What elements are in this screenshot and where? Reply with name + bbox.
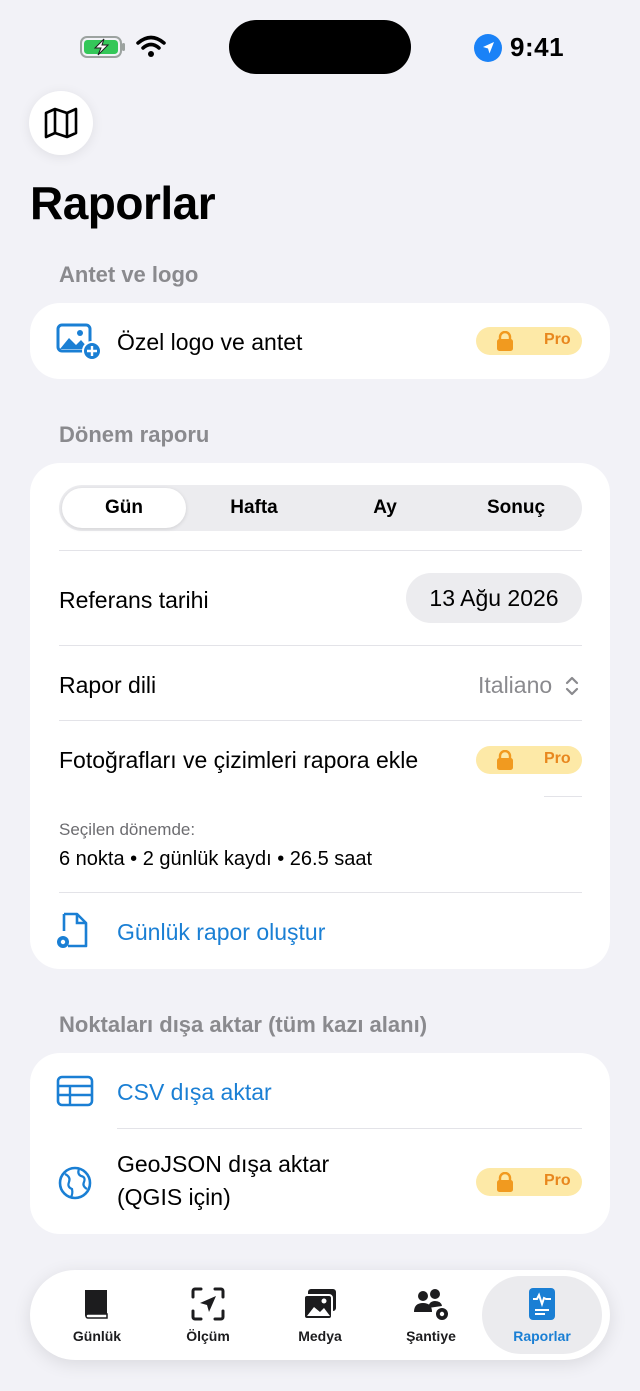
photo-add-icon xyxy=(56,323,102,361)
csv-export-label: CSV dışa aktar xyxy=(117,1079,272,1105)
report-language-value: Italiano xyxy=(478,672,553,698)
period-report-card: Gün Hafta Ay Sonuç Referans tarihi 13 Ağ… xyxy=(30,463,610,969)
tab-label: Şantiye xyxy=(406,1328,456,1344)
map-button[interactable] xyxy=(29,91,93,155)
lock-icon xyxy=(497,331,513,351)
tab-label: Günlük xyxy=(72,1328,122,1344)
generate-daily-report-button[interactable]: Günlük rapor oluştur xyxy=(30,893,610,969)
divider xyxy=(544,796,582,797)
lock-icon xyxy=(497,750,513,770)
battery-icon xyxy=(80,36,125,58)
reference-date-label: Referans tarihi xyxy=(59,587,209,613)
reference-date-picker[interactable]: 13 Ağu 2026 xyxy=(406,573,582,623)
segment-week[interactable]: Hafta xyxy=(190,497,318,519)
pro-badge-label: Pro xyxy=(544,331,571,348)
tab-label: Raporlar xyxy=(513,1328,571,1344)
geojson-export-row[interactable]: GeoJSON dışa aktar (QGIS için) Pro xyxy=(30,1129,610,1234)
csv-export-button[interactable]: CSV dışa aktar xyxy=(30,1053,610,1129)
lock-icon xyxy=(497,1172,513,1192)
location-scan-icon xyxy=(191,1287,225,1321)
section-header-export: Noktaları dışa aktar (tüm kazı alanı) xyxy=(59,1012,428,1037)
status-bar: 9:41 xyxy=(0,0,640,90)
tab-raporlar[interactable]: Raporlar xyxy=(482,1276,602,1354)
generate-daily-report-label: Günlük rapor oluştur xyxy=(117,919,326,945)
map-icon xyxy=(44,107,78,139)
team-gear-icon xyxy=(414,1289,448,1320)
segment-month[interactable]: Ay xyxy=(321,497,449,519)
tab-medya[interactable]: Medya xyxy=(265,1270,375,1360)
table-icon xyxy=(56,1075,94,1107)
status-time: 9:41 xyxy=(510,32,565,62)
tab-bar: Günlük Ölçüm Medya Şantiye Raporlar xyxy=(30,1270,610,1360)
section-header-period-report: Dönem raporu xyxy=(59,422,210,447)
tab-label: Ölçüm xyxy=(186,1328,230,1344)
section-header-letterhead: Antet ve logo xyxy=(59,262,199,287)
document-gear-icon xyxy=(57,912,88,948)
globe-icon xyxy=(58,1166,92,1200)
chevron-up-down-icon xyxy=(565,676,579,696)
summary-text: 6 nokta • 2 günlük kaydı • 26.5 saat xyxy=(59,848,373,870)
divider xyxy=(59,550,582,551)
tab-gunluk[interactable]: Günlük xyxy=(42,1270,152,1360)
tab-olcum[interactable]: Ölçüm xyxy=(153,1270,263,1360)
segment-day[interactable]: Gün xyxy=(62,497,186,519)
divider xyxy=(59,645,582,646)
divider xyxy=(59,720,582,721)
letterhead-card: Özel logo ve antet Pro xyxy=(30,303,610,379)
pro-badge: Pro xyxy=(476,1168,582,1196)
geojson-export-sublabel: (QGIS için) xyxy=(117,1184,231,1210)
location-services-icon xyxy=(474,34,502,62)
custom-logo-row[interactable]: Özel logo ve antet Pro xyxy=(30,303,610,379)
pro-badge-label: Pro xyxy=(544,1172,571,1189)
include-photos-label: Fotoğrafları ve çizimleri rapora ekle xyxy=(59,747,419,773)
custom-logo-label: Özel logo ve antet xyxy=(117,329,303,355)
dynamic-island xyxy=(229,20,411,74)
tab-santiye[interactable]: Şantiye xyxy=(376,1270,486,1360)
wifi-icon xyxy=(136,35,166,57)
pro-badge-label: Pro xyxy=(544,750,571,767)
segment-result[interactable]: Sonuç xyxy=(452,497,580,519)
page-title: Raporlar xyxy=(30,177,216,229)
book-icon xyxy=(85,1290,108,1319)
photos-icon xyxy=(303,1289,336,1320)
period-segmented-control: Gün Hafta Ay Sonuç xyxy=(59,485,582,531)
pro-badge: Pro xyxy=(476,327,582,355)
tab-label: Medya xyxy=(298,1328,342,1344)
summary-caption: Seçilen dönemde: xyxy=(59,820,196,839)
report-language-picker[interactable]: Italiano xyxy=(470,667,582,703)
geojson-export-label: GeoJSON dışa aktar xyxy=(117,1151,330,1177)
report-language-label: Rapor dili xyxy=(59,672,157,698)
pro-badge[interactable]: Pro xyxy=(476,746,582,774)
export-card: CSV dışa aktar GeoJSON dışa aktar (QGIS … xyxy=(30,1053,610,1234)
report-icon xyxy=(529,1288,555,1320)
